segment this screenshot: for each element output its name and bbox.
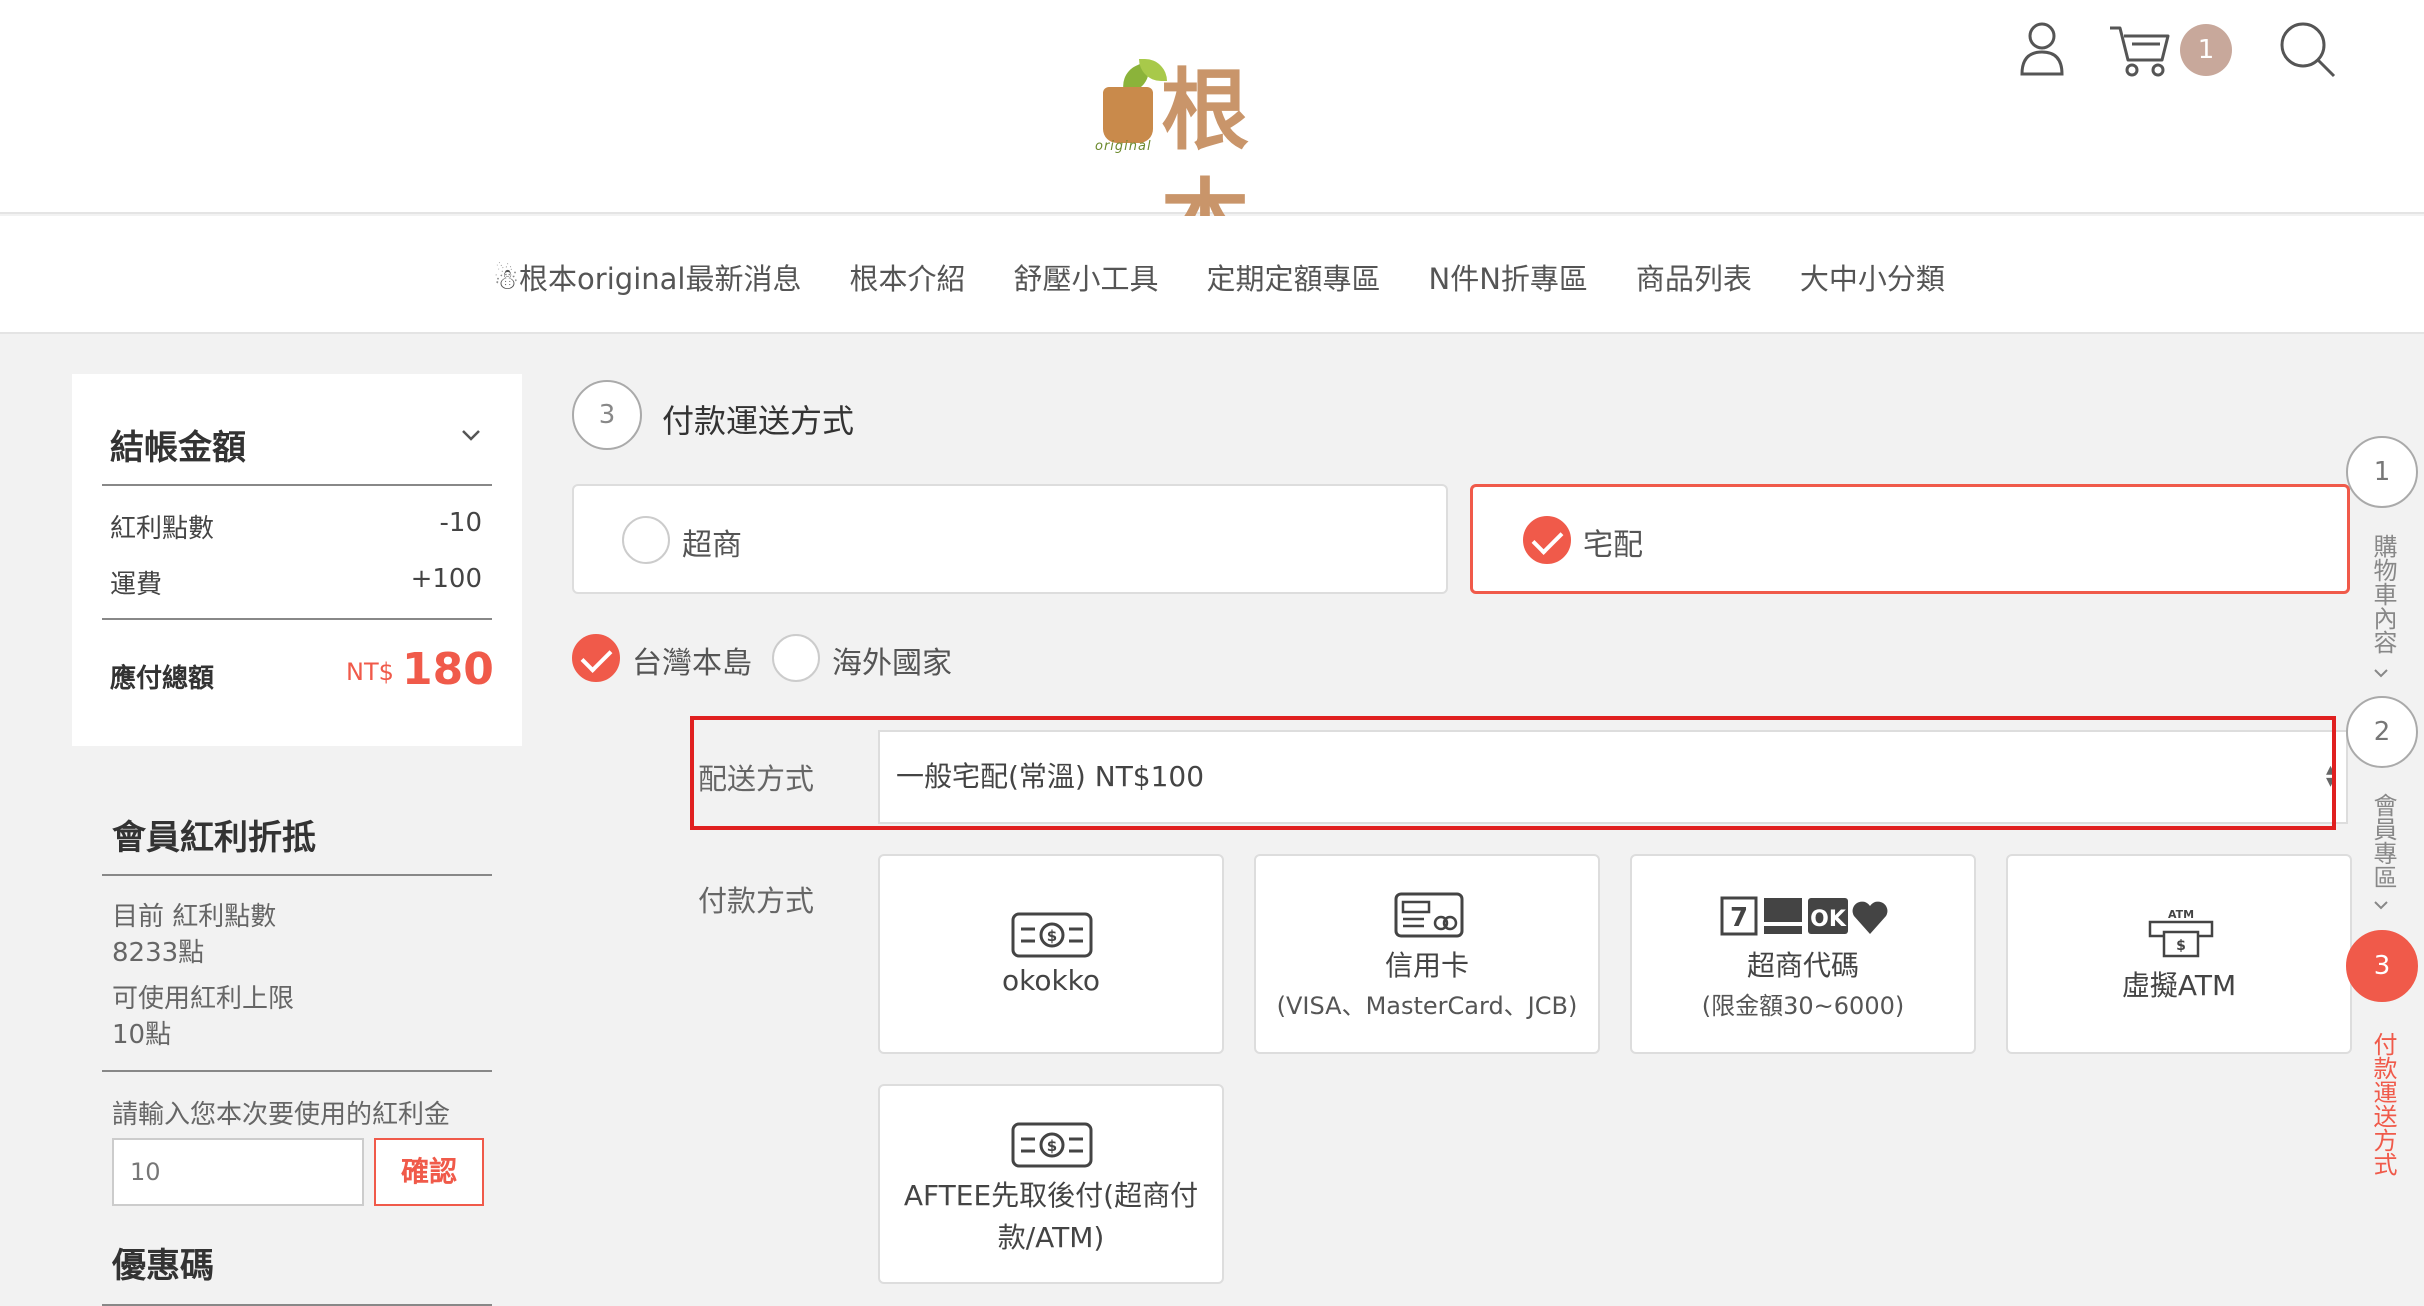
total-currency: NT$ — [346, 658, 394, 686]
site-header: original 根本 1 — [0, 0, 2424, 272]
nav-item-news[interactable]: ☃根本original最新消息 — [493, 256, 801, 298]
svg-text:$: $ — [2176, 938, 2186, 954]
bonus-points-value: -10 — [439, 508, 482, 538]
payment-method-label: 付款方式 — [698, 884, 815, 918]
main-nav: ☃根本original最新消息 根本介紹 舒壓小工具 定期定額專區 N件N折專區… — [0, 216, 2424, 334]
nav-item-discount[interactable]: N件N折專區 — [1429, 256, 1588, 298]
progress-step-1[interactable]: 1 — [2346, 436, 2418, 508]
payment-label: okokko — [1001, 964, 1101, 997]
payment-store-code[interactable]: 7 OK 超商代碼 (限金額30~6000) — [1630, 854, 1976, 1054]
divider — [102, 618, 492, 620]
nav-item-tools[interactable]: 舒壓小工具 — [1013, 256, 1158, 298]
delivery-option-home[interactable]: 宅配 — [1470, 484, 2350, 594]
region-taiwan-label[interactable]: 台灣本島 — [632, 638, 752, 682]
search-icon[interactable] — [2278, 20, 2336, 78]
atm-icon: ATM $ — [2148, 908, 2214, 958]
cash-icon: $ — [1011, 912, 1093, 958]
payment-label: 超商代碼 — [1746, 949, 1859, 982]
progress-step-1-label[interactable]: 購物車內容 — [2366, 526, 2397, 662]
progress-step-2-label[interactable]: 會員專區 — [2366, 786, 2397, 896]
payment-sublabel: (限金額30~6000) — [1701, 992, 1905, 1020]
logo-cup — [1103, 87, 1153, 143]
payment-virtual-atm[interactable]: ATM $ 虛擬ATM — [2006, 854, 2352, 1054]
svg-text:$: $ — [1047, 1137, 1057, 1155]
bonus-amount-input[interactable]: 10 — [112, 1138, 364, 1206]
divider — [102, 484, 492, 486]
total-amount: 180 — [402, 644, 494, 695]
svg-text:ATM: ATM — [2168, 908, 2194, 921]
current-points-value: 8233點 — [112, 938, 205, 968]
payment-credit-card[interactable]: 信用卡 (VISA、MasterCard、JCB) — [1254, 854, 1600, 1054]
bonus-title: 會員紅利折抵 — [112, 818, 316, 858]
divider — [102, 874, 492, 876]
svg-text:7: 7 — [1730, 903, 1748, 933]
coupon-title: 優惠碼 — [112, 1246, 214, 1286]
current-points-label: 目前 紅利點數 — [112, 902, 277, 932]
user-icon[interactable] — [2018, 20, 2066, 76]
svg-text:$: $ — [1047, 927, 1057, 945]
chevron-down-icon[interactable] — [460, 424, 482, 446]
payment-aftee[interactable]: $ AFTEE先取後付(超商付 款/ATM) — [878, 1084, 1224, 1284]
region-overseas-radio[interactable] — [772, 634, 820, 682]
progress-step-2[interactable]: 2 — [2346, 696, 2418, 768]
payment-okokko[interactable]: $ okokko — [878, 854, 1224, 1054]
cash-icon: $ — [1011, 1122, 1093, 1168]
payment-label: AFTEE先取後付(超商付 — [903, 1179, 1199, 1212]
credit-card-icon — [1394, 892, 1464, 938]
highlight-box — [690, 716, 2336, 830]
total-label: 應付總額 — [110, 664, 215, 694]
nav-item-subscription[interactable]: 定期定額專區 — [1207, 256, 1381, 298]
bonus-input-prompt: 請輸入您本次要使用的紅利金 — [112, 1100, 451, 1130]
member-bonus-section: 會員紅利折抵 目前 紅利點數 8233點 可使用紅利上限 10點 請輸入您本次要… — [72, 780, 522, 1306]
radio-button[interactable] — [622, 516, 670, 564]
convenience-store-logos-icon: 7 OK — [1720, 896, 1888, 936]
shipping-fee-value: +100 — [410, 564, 482, 594]
points-limit-label: 可使用紅利上限 — [112, 984, 295, 1014]
delivery-option-label: 宅配 — [1583, 528, 1643, 563]
points-limit-value: 10點 — [112, 1020, 172, 1050]
nav-item-products[interactable]: 商品列表 — [1636, 256, 1752, 298]
progress-step-3-label[interactable]: 付款運送方式 — [2366, 1022, 2397, 1186]
radio-checked-icon[interactable] — [1523, 516, 1571, 564]
nav-item-about[interactable]: 根本介紹 — [849, 256, 965, 298]
region-taiwan-radio[interactable] — [572, 634, 620, 682]
divider — [102, 1070, 492, 1072]
brand-logo[interactable]: original 根本 — [1095, 55, 1325, 272]
payment-label-line2: 款/ATM) — [997, 1221, 1105, 1254]
svg-text:OK: OK — [1810, 907, 1847, 932]
cart-count-badge[interactable]: 1 — [2180, 24, 2232, 76]
progress-step-3[interactable]: 3 — [2346, 930, 2418, 1002]
payment-sublabel: (VISA、MasterCard、JCB) — [1276, 992, 1578, 1020]
payment-label: 虛擬ATM — [2121, 969, 2237, 1002]
confirm-bonus-button[interactable]: 確認 — [374, 1138, 484, 1206]
delivery-option-convenience-store[interactable]: 超商 — [572, 484, 1448, 594]
nav-item-categories[interactable]: 大中小分類 — [1800, 256, 1945, 298]
chevron-down-icon — [2374, 669, 2388, 678]
cart-icon[interactable] — [2108, 22, 2170, 78]
summary-title: 結帳金額 — [110, 428, 246, 468]
region-overseas-label[interactable]: 海外國家 — [832, 638, 952, 682]
step-number-circle: 3 — [572, 380, 642, 450]
section-title: 付款運送方式 — [662, 402, 855, 440]
chevron-down-icon — [2374, 901, 2388, 910]
logo-small-text: original — [1095, 139, 1152, 154]
shipping-fee-label: 運費 — [110, 570, 163, 600]
payment-label: 信用卡 — [1384, 949, 1469, 982]
bonus-points-label: 紅利點數 — [110, 514, 215, 544]
delivery-option-label: 超商 — [682, 528, 742, 563]
